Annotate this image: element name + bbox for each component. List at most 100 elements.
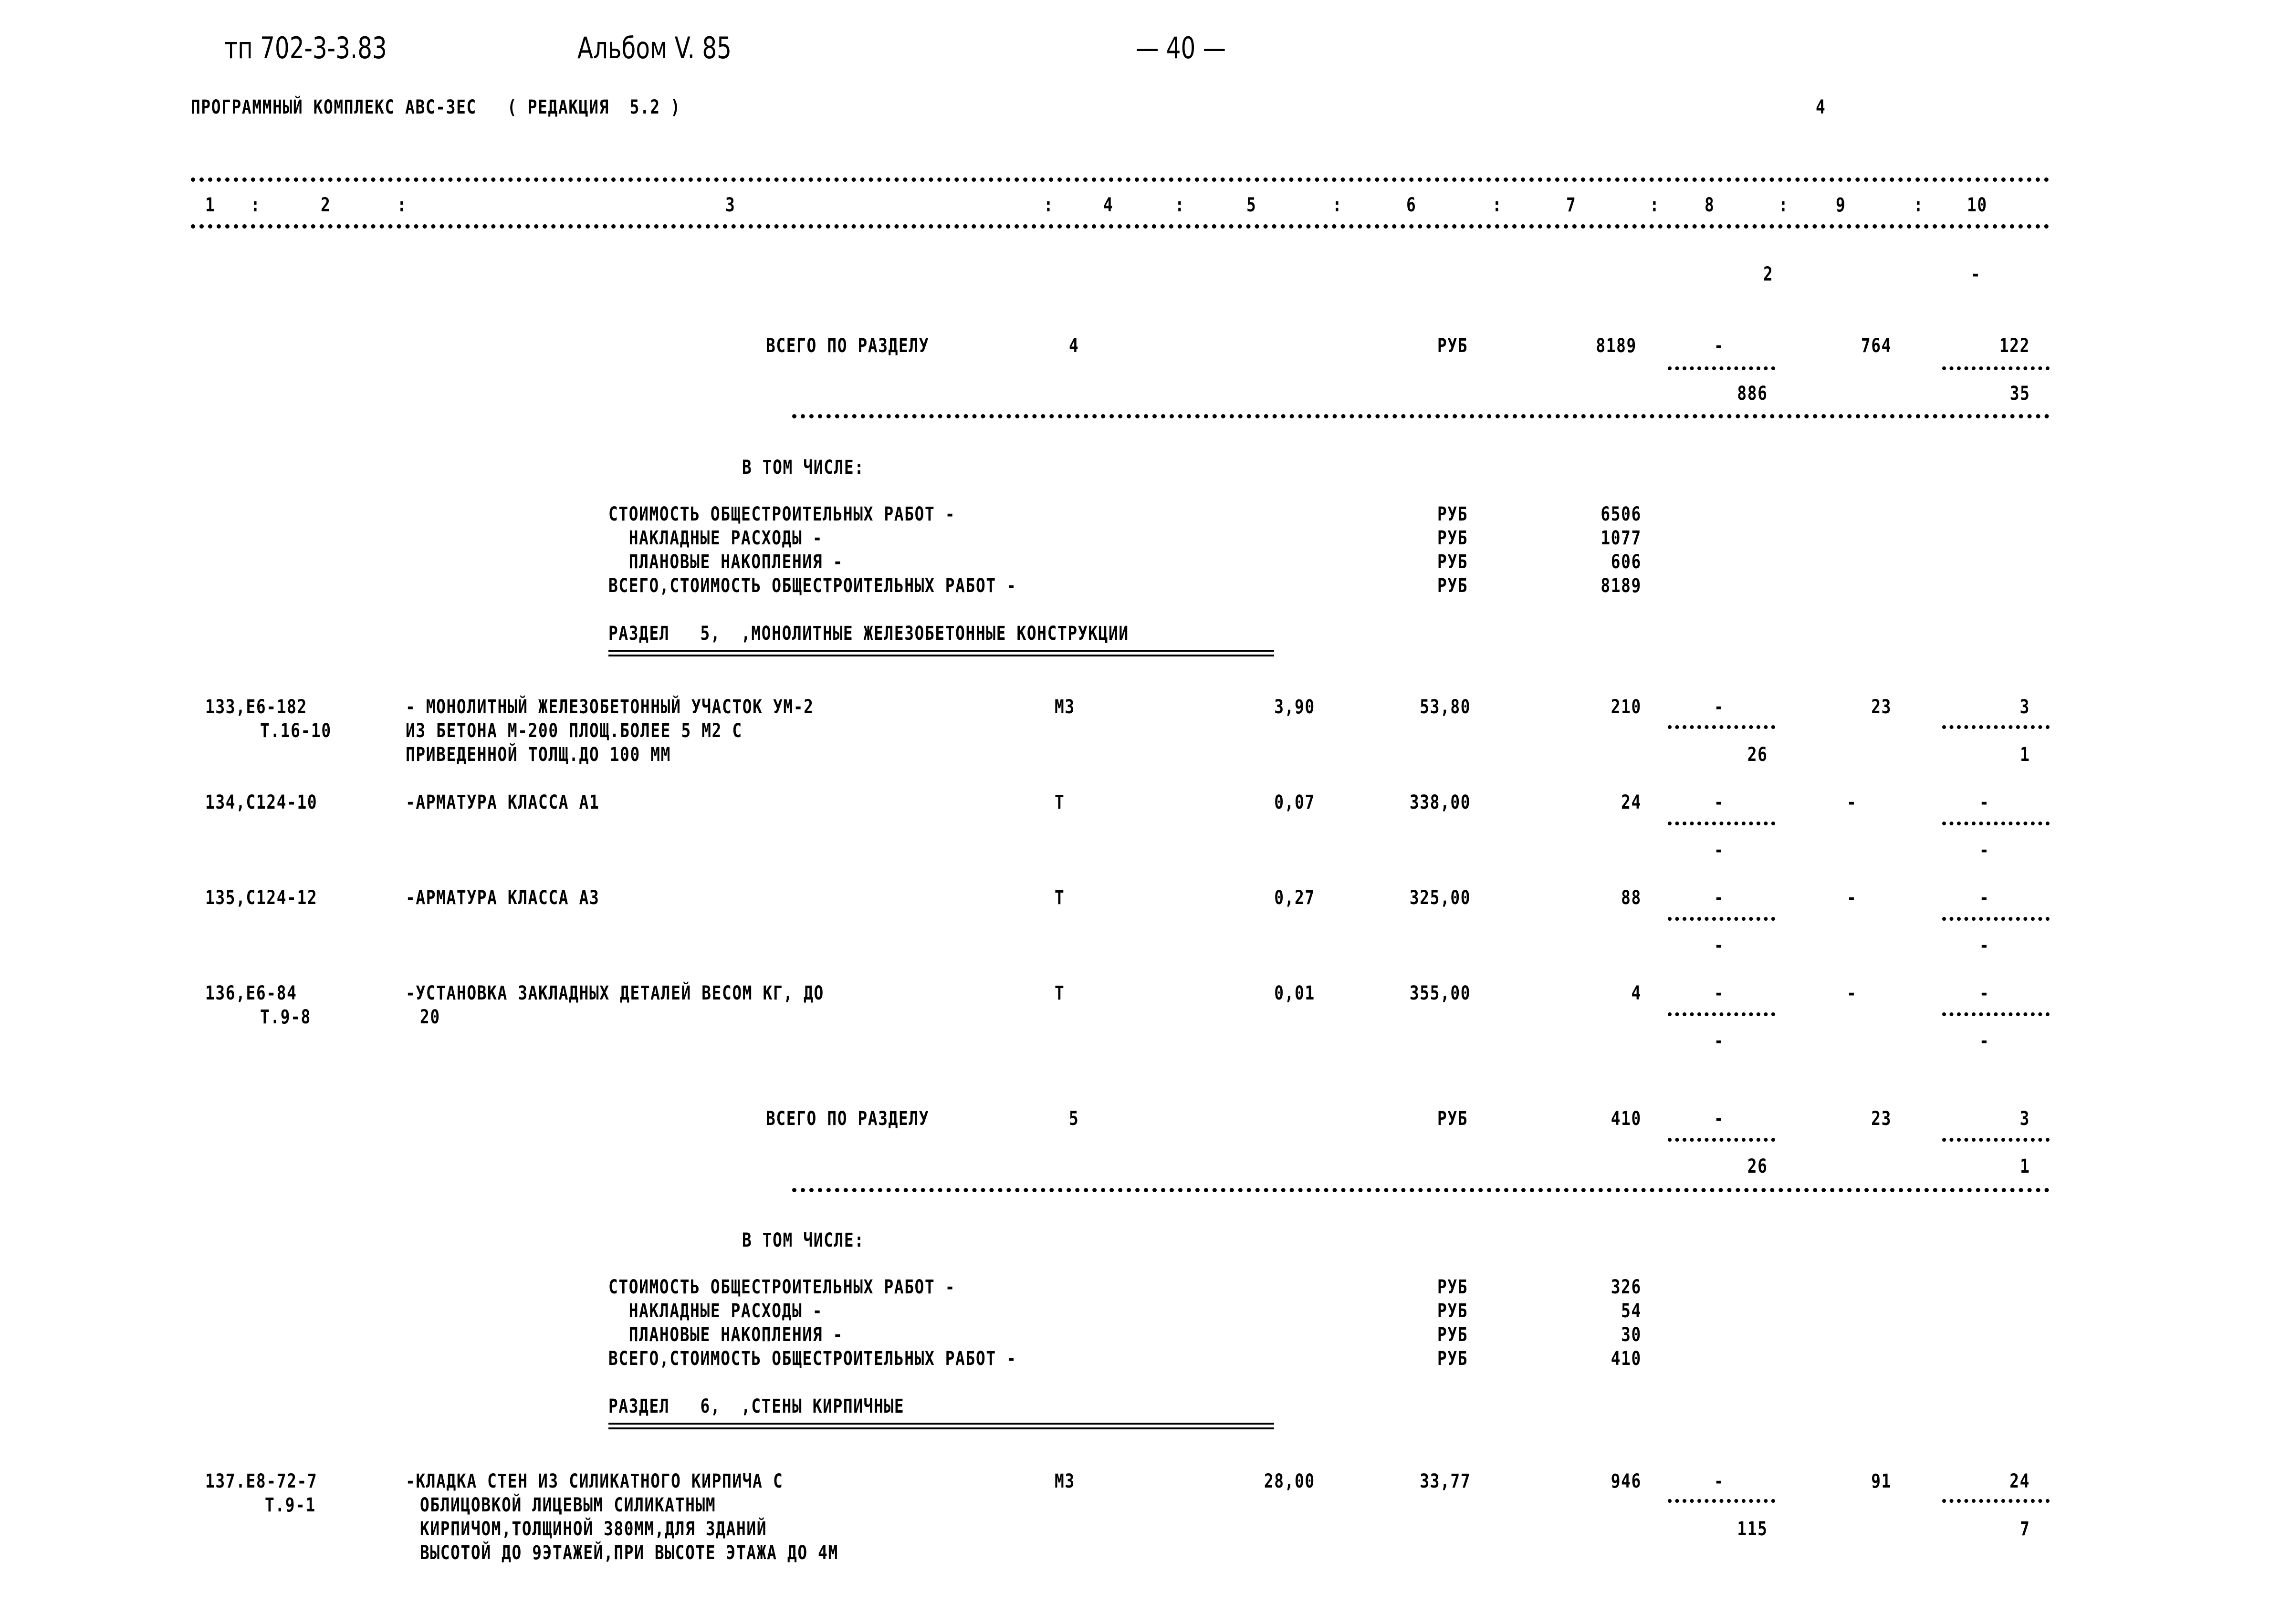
fraction-rule xyxy=(1942,1012,2050,1016)
row-price: 338,00 xyxy=(1409,791,1471,813)
row-desc-line: КИРПИЧОМ,ТОЛЩИНОЙ 380ММ,ДЛЯ ЗДАНИЙ xyxy=(420,1518,767,1540)
row-ref: Т.16-10 xyxy=(260,720,332,742)
breakdown-title: В ТОМ ЧИСЛЕ: xyxy=(742,1229,865,1251)
breakdown-value: 6506 xyxy=(1601,503,1642,525)
row-col9: 91 xyxy=(1871,1470,1892,1492)
breakdown-value: 606 xyxy=(1611,551,1642,573)
breakdown-value: 8189 xyxy=(1601,575,1642,597)
breakdown-label: ВСЕГО,СТОИМОСТЬ ОБЩЕСТРОИТЕЛЬНЫХ РАБОТ - xyxy=(608,575,1017,597)
total-col10-top: 3 xyxy=(2019,1108,2030,1130)
row-qty: 0,07 xyxy=(1274,791,1315,813)
row-desc-line: -АРМАТУРА КЛАССА А3 xyxy=(406,887,600,909)
fraction-rule xyxy=(1668,917,1775,921)
row-col10-bottom: 7 xyxy=(2020,1518,2030,1540)
row-total: 88 xyxy=(1621,887,1642,909)
total-label: ВСЕГО ПО РАЗДЕЛУ xyxy=(766,1108,930,1130)
col-2: 2 xyxy=(321,194,331,216)
total-unit: РУБ xyxy=(1437,335,1468,357)
row-col8-bottom: 115 xyxy=(1737,1518,1768,1540)
header-rule-bottom xyxy=(191,224,2050,229)
total-section-number: 5 xyxy=(1069,1108,1079,1130)
breakdown-title: В ТОМ ЧИСЛЕ: xyxy=(742,457,865,479)
total-unit: РУБ xyxy=(1437,1108,1468,1130)
row-col8-top: - xyxy=(1714,696,1725,718)
row-desc-line: ВЫСОТОЙ ДО 9ЭТАЖЕЙ,ПРИ ВЫСОТЕ ЭТАЖА ДО 4… xyxy=(420,1542,838,1564)
fraction-rule xyxy=(1668,822,1775,825)
col-8: 8 xyxy=(1705,194,1715,216)
document-code: тп 702-3-3.83 xyxy=(224,31,387,65)
breakdown-unit: РУБ xyxy=(1437,1300,1468,1322)
row-qty: 0,01 xyxy=(1274,982,1315,1004)
breakdown-value: 326 xyxy=(1611,1276,1642,1298)
fraction-rule xyxy=(1942,917,2050,921)
col-9: 9 xyxy=(1836,194,1846,216)
breakdown-label: СТОИМОСТЬ ОБЩЕСТРОИТЕЛЬНЫХ РАБОТ - xyxy=(608,1276,956,1298)
breakdown-unit: РУБ xyxy=(1437,1348,1468,1370)
row-col10-top: 3 xyxy=(2019,696,2030,718)
row-desc-line: -АРМАТУРА КЛАССА А1 xyxy=(406,791,600,813)
header-rule-top xyxy=(191,177,2050,182)
row-col9: 23 xyxy=(1871,696,1892,718)
carry-col10: - xyxy=(1971,263,1981,285)
row-desc-line: - МОНОЛИТНЫЙ ЖЕЛЕЗОБЕТОННЫЙ УЧАСТОК УМ-2 xyxy=(406,696,814,718)
row-code: 135,С124-12 xyxy=(205,887,318,909)
total-col7: 410 xyxy=(1611,1108,1642,1130)
row-unit: Т xyxy=(1055,982,1065,1004)
col-sep: : xyxy=(1492,194,1503,216)
total-col9: 23 xyxy=(1871,1108,1892,1130)
breakdown-value: 1077 xyxy=(1601,527,1642,549)
row-unit: М3 xyxy=(1055,696,1075,718)
breakdown-label: ВСЕГО,СТОИМОСТЬ ОБЩЕСТРОИТЕЛЬНЫХ РАБОТ - xyxy=(608,1348,1017,1370)
row-code: 133,Е6-182 xyxy=(205,696,307,718)
row-qty: 28,00 xyxy=(1264,1470,1315,1492)
total-col10-bottom: 1 xyxy=(2020,1156,2030,1177)
col-3: 3 xyxy=(725,194,736,216)
breakdown-value: 30 xyxy=(1621,1324,1642,1346)
breakdown-unit: РУБ xyxy=(1437,1276,1468,1298)
row-qty: 3,90 xyxy=(1274,696,1315,718)
sheet-mark: 4 xyxy=(1816,96,1826,118)
col-5: 5 xyxy=(1246,194,1257,216)
col-1: 1 xyxy=(205,194,216,216)
total-section-number: 4 xyxy=(1069,335,1079,357)
section-6-heading: РАЗДЕЛ 6, ,СТЕНЫ КИРПИЧНЫЕ xyxy=(608,1395,905,1417)
section-rule xyxy=(792,1188,2050,1192)
row-col10-top: 24 xyxy=(2009,1470,2030,1492)
row-code: 136,Е6-84 xyxy=(205,982,297,1004)
row-col9: - xyxy=(1847,791,1857,813)
col-sep: : xyxy=(1332,194,1343,216)
row-total: 946 xyxy=(1611,1470,1642,1492)
row-unit: Т xyxy=(1055,791,1065,813)
row-col8-bottom: - xyxy=(1714,1030,1725,1052)
col-7: 7 xyxy=(1566,194,1577,216)
row-total: 24 xyxy=(1621,791,1642,813)
fraction-rule xyxy=(1668,1138,1775,1142)
row-col10-bottom: - xyxy=(1979,839,1990,861)
row-col8-top: - xyxy=(1714,791,1725,813)
total-col8-bottom: 886 xyxy=(1737,383,1768,405)
row-ref: Т.9-8 xyxy=(260,1006,311,1028)
row-col10-bottom: 1 xyxy=(2020,744,2030,766)
breakdown-value: 54 xyxy=(1621,1300,1642,1322)
total-col8-bottom: 26 xyxy=(1747,1156,1768,1177)
row-price: 33,77 xyxy=(1420,1470,1471,1492)
row-col8-top: - xyxy=(1714,982,1725,1004)
row-col8-bottom: - xyxy=(1714,935,1725,957)
row-price: 53,80 xyxy=(1420,696,1471,718)
breakdown-label: ПЛАНОВЫЕ НАКОПЛЕНИЯ - xyxy=(608,1324,843,1346)
total-col8-top: - xyxy=(1714,1108,1725,1130)
row-qty: 0,27 xyxy=(1274,887,1315,909)
album-label: Альбом V. 85 xyxy=(577,31,732,65)
row-total: 4 xyxy=(1631,982,1642,1004)
col-sep: : xyxy=(1914,194,1924,216)
row-col9: - xyxy=(1847,887,1857,909)
fraction-rule xyxy=(1668,1012,1775,1016)
total-col7: 8189 xyxy=(1596,335,1637,357)
program-title: ПРОГРАММНЫЙ КОМПЛЕКС АВС-ЗЕС ( РЕДАКЦИЯ … xyxy=(191,96,681,118)
breakdown-unit: РУБ xyxy=(1437,527,1468,549)
fraction-rule xyxy=(1668,725,1775,729)
breakdown-unit: РУБ xyxy=(1437,503,1468,525)
row-desc-line: ОБЛИЦОВКОЙ ЛИЦЕВЫМ СИЛИКАТНЫМ xyxy=(420,1494,716,1516)
row-col10-top: - xyxy=(1979,887,1990,909)
fraction-rule xyxy=(1942,822,2050,825)
